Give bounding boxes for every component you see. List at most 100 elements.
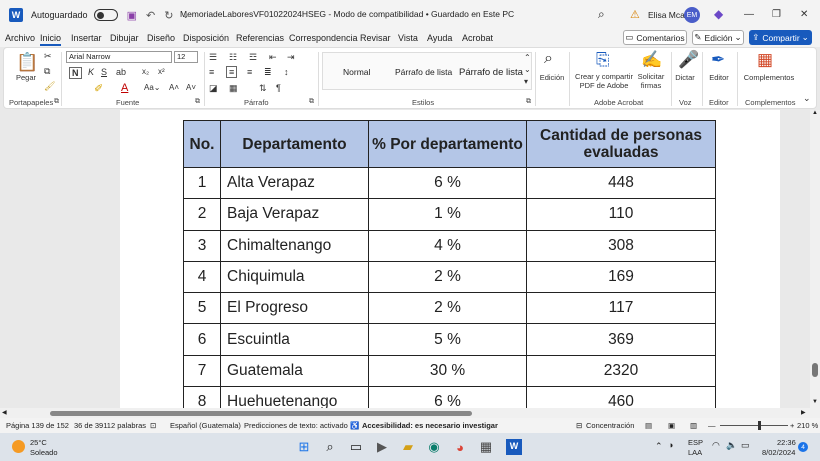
paste-label[interactable]: Pegar [16,73,36,82]
cell-no[interactable]: 8 [183,386,221,408]
menu-referencias[interactable]: Referencias [236,33,284,43]
format-painter-icon[interactable]: 🖌 [44,81,55,92]
cell-department[interactable]: Chiquimula [220,260,369,294]
cell-percent[interactable]: 2 % [368,292,527,325]
sort-icon[interactable]: ⇅ [259,83,267,94]
chrome-icon[interactable]: ◕ [452,439,468,455]
cell-percent[interactable]: 1 % [368,198,527,231]
font-size-select[interactable]: 12 [174,51,198,63]
page[interactable]: No. Departamento % Por departamento Cant… [120,110,780,408]
cell-no[interactable]: 6 [183,323,221,356]
taskbar-search-icon[interactable]: ⌕ [322,439,338,455]
cell-no[interactable]: 7 [183,354,221,388]
cell-no[interactable]: 5 [183,292,221,325]
cell-no[interactable]: 4 [183,260,221,294]
page-count[interactable]: Página 139 de 152 [6,421,69,430]
cell-department[interactable]: Chimaltenango [220,229,369,262]
request-signatures-label[interactable]: Solicitar firmas [633,72,669,90]
scroll-right-icon[interactable]: ▶ [801,409,806,416]
cut-icon[interactable]: ✂ [44,51,52,62]
system-tray-chevron-icon[interactable]: ⌃ [655,441,663,452]
cell-percent[interactable]: 2 % [368,260,527,294]
department-table[interactable]: No. Departamento % Por departamento Cant… [183,120,716,408]
cell-department[interactable]: El Progreso [220,292,369,325]
premium-diamond-icon[interactable]: ◆ [714,7,723,21]
weather-icon[interactable] [12,440,25,453]
windows-start-icon[interactable]: ⊞ [296,439,312,455]
find-icon[interactable]: ⌕ [544,50,553,68]
justify-icon[interactable]: ≣ [264,67,272,78]
bullets-icon[interactable]: ☰ [209,52,217,63]
weather-text[interactable]: Soleado [30,448,58,457]
store-icon[interactable]: ▦ [478,439,494,455]
editor-icon[interactable]: ✒ [711,50,725,70]
scroll-thumb[interactable] [50,411,472,416]
cell-no[interactable]: 3 [183,229,221,262]
document-title[interactable]: MemoriadeLaboresVF01022024HSEG - Modo de… [180,9,514,19]
zoom-out-icon[interactable]: — [708,421,716,430]
cell-department[interactable]: Huehuetenango [220,386,369,408]
style-normal[interactable]: Normal [343,67,370,77]
comments-button[interactable]: ▭ Comentarios [623,30,687,45]
addins-icon[interactable]: ▦ [757,50,773,70]
shrink-font-icon[interactable]: A˅ [186,83,196,92]
style-list-paragraph[interactable]: Párrafo de lista [395,67,452,77]
clock-time[interactable]: 22:36 [777,438,796,447]
cell-department[interactable]: Baja Verapaz [220,198,369,231]
input-language[interactable]: ESP [688,438,703,447]
cell-percent[interactable]: 6 % [368,386,527,408]
restore-icon[interactable]: ❐ [772,9,781,20]
edit-mode-button[interactable]: ✎ Edición ⌄ [692,30,744,45]
zoom-slider-thumb[interactable] [758,421,761,430]
horizontal-scrollbar[interactable]: ◀ ▶ [0,408,820,418]
cell-department[interactable]: Escuintla [220,323,369,356]
superscript-icon[interactable]: x² [158,67,165,76]
menu-ayuda[interactable]: Ayuda [427,33,452,43]
complements-label[interactable]: Complementos [739,73,799,82]
style-list-paragraph-2[interactable]: Párrafo de lista [459,67,523,78]
collapse-ribbon-icon[interactable]: ⌄ [803,93,811,104]
cell-percent[interactable]: 5 % [368,323,527,356]
font-color-icon[interactable]: A [121,82,128,94]
minimize-icon[interactable]: — [744,9,754,20]
zoom-in-icon[interactable]: + [790,421,794,430]
menu-insertar[interactable]: Insertar [71,33,102,43]
cell-department[interactable]: Guatemala [220,354,369,388]
editor-label[interactable]: Editor [705,73,733,82]
increase-indent-icon[interactable]: ⇥ [287,52,295,63]
cell-count[interactable]: 308 [526,229,716,262]
scroll-thumb[interactable] [812,363,818,377]
cell-department[interactable]: Alta Verapaz [220,166,369,200]
scroll-up-icon[interactable]: ▲ [812,110,818,116]
create-pdf-label[interactable]: Crear y compartir PDF de Adobe [573,72,635,90]
strikethrough-icon[interactable]: ab [116,67,126,77]
underline-icon[interactable]: S [101,67,107,77]
menu-inicio[interactable]: Inicio [40,33,62,46]
video-call-icon[interactable]: ▶ [374,439,390,455]
user-name[interactable]: Elisa Mcal [648,10,687,20]
change-case-icon[interactable]: Aa⌄ [144,83,161,92]
cell-count[interactable]: 169 [526,260,716,294]
word-taskbar-icon[interactable]: W [506,439,522,455]
styles-gallery[interactable]: Normal Párrafo de lista Párrafo de lista [322,52,532,90]
zoom-slider[interactable] [720,421,788,430]
autosave-toggle[interactable] [93,9,118,21]
shading-icon[interactable]: ◪ [209,83,218,94]
share-button[interactable]: ⇪ Compartir ⌄ [749,30,812,45]
cell-no[interactable]: 1 [183,166,221,200]
input-layout[interactable]: LAA [688,448,702,457]
subscript-icon[interactable]: x₂ [142,67,149,76]
dictate-label[interactable]: Dictar [672,73,698,82]
pdf-icon[interactable]: ⎘ [596,50,610,70]
dialog-launcher-icon[interactable]: ⧉ [526,98,531,106]
cell-percent[interactable]: 4 % [368,229,527,262]
tray-app-icon[interactable]: ◑ [668,440,673,450]
styles-scroll-down-icon[interactable]: ⌄ [524,65,531,74]
cell-count[interactable]: 448 [526,166,716,200]
vertical-scrollbar[interactable]: ▲ ▼ [810,110,820,408]
menu-diseno[interactable]: Diseño [147,33,175,43]
scroll-down-icon[interactable]: ▼ [812,399,818,405]
focus-mode[interactable]: Concentración [586,421,634,430]
align-center-icon[interactable]: ≡ [226,66,238,78]
cell-no[interactable]: 2 [183,198,221,231]
